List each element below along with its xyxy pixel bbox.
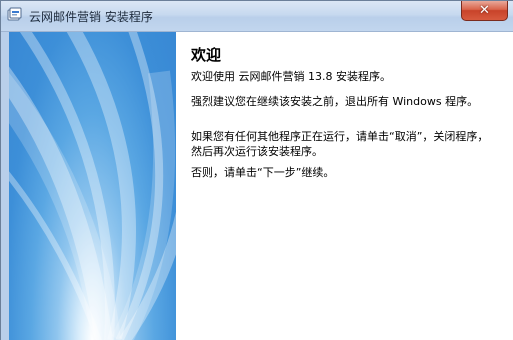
installer-icon[interactable] [7, 7, 23, 23]
installer-body: 欢迎 欢迎使用 云网邮件营销 13.8 安装程序。 强烈建议您在继续该安装之前，… [1, 32, 513, 340]
next-instruction: 否则，请单击“下一步”继续。 [191, 166, 335, 179]
welcome-panel: 欢迎 欢迎使用 云网邮件营销 13.8 安装程序。 强烈建议您在继续该安装之前，… [176, 32, 513, 340]
close-button[interactable]: ✕ [461, 1, 508, 21]
installer-window: 云网邮件营销 安装程序 ✕ 欢迎 欢迎使用 云网邮件营销 13.8 安装程序。 … [0, 0, 513, 340]
title-bar[interactable]: 云网邮件营销 安装程序 ✕ [1, 1, 513, 32]
close-programs-advice: 强烈建议您在继续该安装之前，退出所有 Windows 程序。 [191, 95, 479, 108]
window-title: 云网邮件营销 安装程序 [29, 10, 153, 24]
welcome-text: 欢迎使用 云网邮件营销 13.8 安装程序。 [191, 70, 391, 83]
side-banner [9, 32, 176, 340]
banner-artwork [9, 32, 176, 340]
cancel-instruction: 如果您有任何其他程序正在运行，请单击“取消”，关闭程序，然后再次运行该安装程序。 [191, 130, 489, 158]
welcome-heading: 欢迎 [191, 46, 222, 64]
close-icon: ✕ [479, 3, 490, 18]
